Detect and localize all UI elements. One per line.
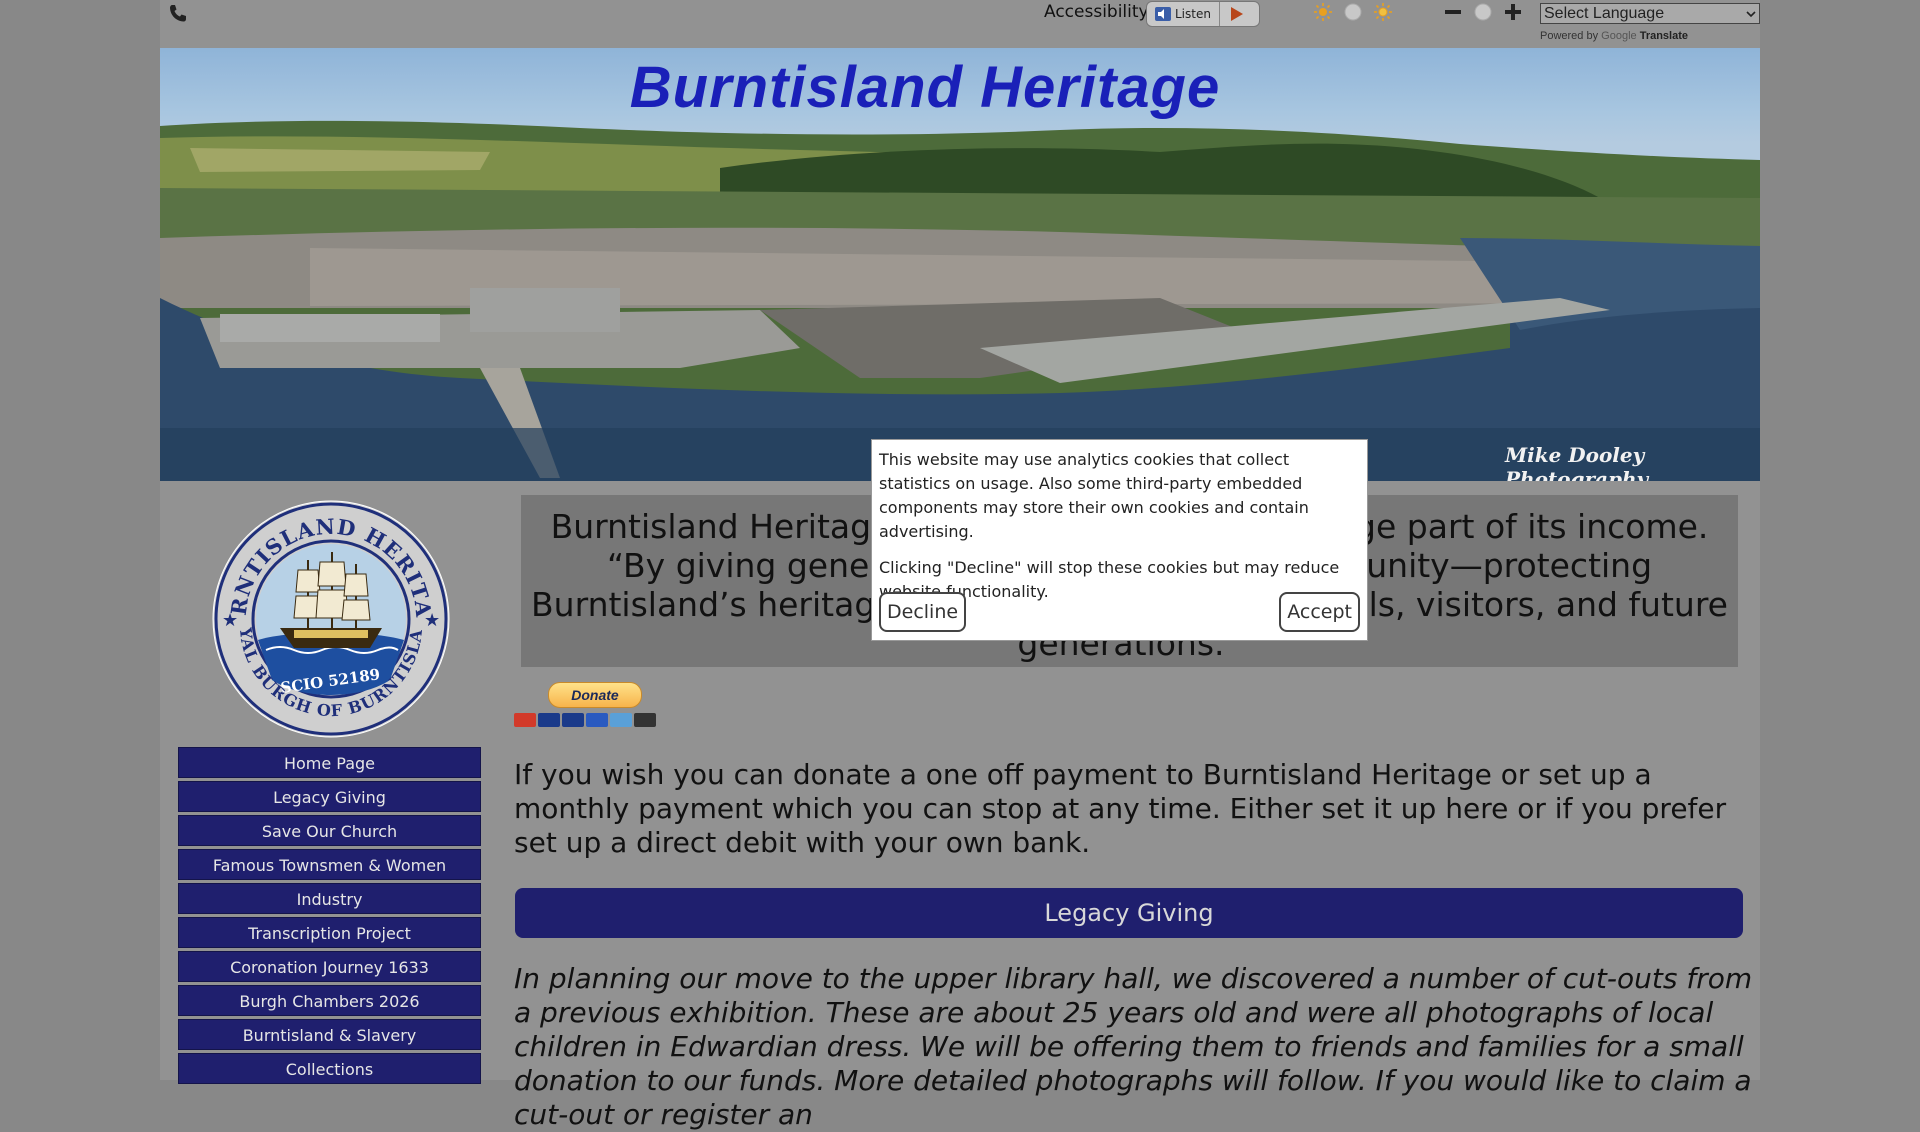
visa-electron-icon — [586, 713, 608, 727]
direct-debit-icon — [634, 713, 656, 727]
listen-button[interactable]: Listen — [1146, 1, 1260, 27]
paypal-donate[interactable]: Donate — [514, 680, 656, 730]
translate-link[interactable]: Translate — [1640, 30, 1688, 42]
listen-separator — [1219, 2, 1220, 26]
font-reset-icon[interactable] — [1473, 2, 1493, 22]
language-select-value: Select Language — [1544, 4, 1665, 22]
chevron-down-icon — [1746, 10, 1756, 17]
donation-intro: If you wish you can donate a one off pay… — [514, 758, 1727, 859]
nav-item-slavery[interactable]: Burntisland & Slavery — [178, 1019, 481, 1050]
cookie-text-analytics: This website may use analytics cookies t… — [879, 450, 1309, 541]
donate-button[interactable]: Donate — [548, 682, 642, 708]
mastercard-icon — [514, 713, 536, 727]
legacy-giving-heading: Legacy Giving — [515, 888, 1743, 938]
nav-item-burgh-chambers[interactable]: Burgh Chambers 2026 — [178, 985, 481, 1016]
google-logo: Google — [1601, 30, 1637, 42]
font-smaller-icon[interactable] — [1443, 2, 1463, 22]
phone-icon[interactable] — [166, 2, 190, 26]
play-icon[interactable] — [1231, 7, 1243, 21]
sidebar-nav: Home Page Legacy Giving Save Our Church … — [178, 747, 481, 1087]
payment-cards — [514, 713, 656, 727]
nav-item-famous-townsmen[interactable]: Famous Townsmen & Women — [178, 849, 481, 880]
maestro-icon — [538, 713, 560, 727]
site-logo[interactable]: ★ ★ BURNTISLAND HERITAGE ROYAL BURGH OF … — [210, 500, 452, 738]
amex-icon — [610, 713, 632, 727]
nav-item-legacy-giving[interactable]: Legacy Giving — [178, 781, 481, 812]
accept-button[interactable]: Accept — [1279, 592, 1360, 632]
brightness-up-icon[interactable] — [1373, 2, 1393, 22]
accessibility-label: Accessibility: — [1044, 2, 1154, 22]
header-banner: Burntisland Heritage Mike Dooley Photogr… — [160, 48, 1760, 481]
nav-item-home[interactable]: Home Page — [178, 747, 481, 778]
visa-icon — [562, 713, 584, 727]
brightness-down-icon[interactable] — [1313, 2, 1333, 22]
nav-item-transcription-project[interactable]: Transcription Project — [178, 917, 481, 948]
page: Accessibility: Listen Select Language Po… — [160, 0, 1760, 1131]
font-larger-icon[interactable] — [1503, 2, 1523, 22]
speaker-icon — [1155, 7, 1171, 21]
top-bar: Accessibility: Listen Select Language Po… — [160, 0, 1760, 48]
nav-item-save-our-church[interactable]: Save Our Church — [178, 815, 481, 846]
cookie-consent-dialog: This website may use analytics cookies t… — [871, 439, 1368, 641]
brightness-reset-icon[interactable] — [1343, 2, 1363, 22]
nav-item-coronation-journey[interactable]: Coronation Journey 1633 — [178, 951, 481, 982]
site-title: Burntisland Heritage — [629, 55, 1221, 120]
language-select[interactable]: Select Language — [1540, 3, 1760, 24]
nav-item-industry[interactable]: Industry — [178, 883, 481, 914]
powered-by-label: Powered by — [1540, 30, 1599, 42]
photo-credit: Mike Dooley Photography — [1505, 443, 1649, 481]
nav-item-collections[interactable]: Collections — [178, 1053, 481, 1084]
listen-label: Listen — [1175, 7, 1211, 21]
legacy-giving-text: In planning our move to the upper librar… — [514, 962, 1753, 1131]
decline-button[interactable]: Decline — [879, 592, 967, 632]
powered-by-google: Powered by Google Translate — [1540, 30, 1688, 42]
